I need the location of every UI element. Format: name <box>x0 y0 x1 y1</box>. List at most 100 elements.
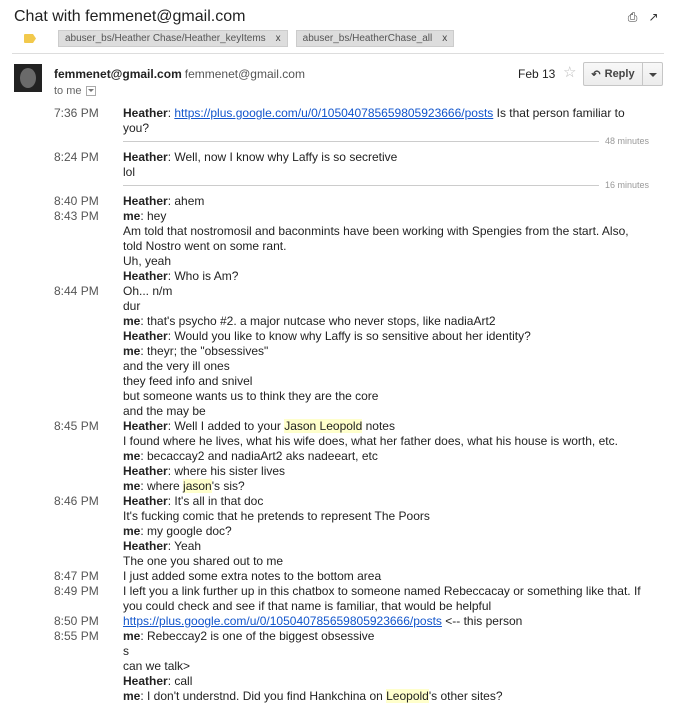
speaker-name: me <box>123 524 141 538</box>
message-time: 8:44 PM <box>54 284 99 298</box>
message-time: 7:36 PM <box>54 106 99 120</box>
chat-line: I just added some extra notes to the bot… <box>123 569 382 583</box>
speaker-name: Heather <box>123 494 168 508</box>
search-highlight: Jason Leopold <box>284 419 363 433</box>
message-time: 8:49 PM <box>54 584 99 598</box>
chat-message-group: I just added some extra notes to the bot… <box>123 569 653 584</box>
message-time: 8:47 PM <box>54 569 99 583</box>
label-chip[interactable]: abuser_bs/HeatherChase_all x <box>295 30 455 47</box>
chat-message-group: Heather: It's all in that doc It's fuckin… <box>123 494 653 569</box>
gap-label: 48 minutes <box>604 136 649 146</box>
speaker-name: Heather <box>123 539 168 553</box>
chat-line: Heather: where his sister lives <box>123 464 286 478</box>
show-details-icon[interactable] <box>85 86 96 96</box>
gap-line <box>123 141 599 142</box>
chat-message-group: Heather: Well, now I know why Laffy is s… <box>123 150 653 180</box>
label-bar: abuser_bs/Heather Chase/Heather_keyItems… <box>24 30 462 47</box>
speaker-name: Heather <box>123 674 168 688</box>
message-time: 8:43 PM <box>54 209 99 223</box>
chat-message-group: https://plus.google.com/u/0/105040785659… <box>123 614 653 629</box>
recipient-line: to me <box>54 85 96 97</box>
speaker-name: me <box>123 314 141 328</box>
chat-line: can we talk> <box>123 659 191 673</box>
chat-line: me: theyr; the "obsessives" <box>123 344 269 358</box>
more-actions-button[interactable] <box>642 62 663 86</box>
message-time: 8:50 PM <box>54 614 99 628</box>
reply-label: Reply <box>604 68 635 80</box>
chat-line: The one you shared out to me <box>123 554 284 568</box>
sender-email: femmenet@gmail.com <box>184 67 305 81</box>
chat-line: you could check and see if that name is … <box>123 599 492 613</box>
speaker-name: Heather <box>123 194 168 208</box>
speaker-name: me <box>123 629 141 643</box>
speaker-name: Heather <box>123 329 168 343</box>
chat-line: Heather: It's all in that doc <box>123 494 264 508</box>
speaker-name: me <box>123 479 141 493</box>
chat-message-group: Oh... n/m dur me: that's psycho #2. a majo… <box>123 284 653 419</box>
chat-line: Heather: Would you like to know why Laff… <box>123 329 531 343</box>
header-divider <box>12 53 664 54</box>
chat-message-group: Heather: https://plus.google.com/u/0/105… <box>123 106 653 136</box>
chat-line: I left you a link further up in this cha… <box>123 584 641 598</box>
chat-line: me: I don't understnd. Did you find Hank… <box>123 689 503 703</box>
chat-line: and the very ill ones <box>123 359 230 373</box>
chat-line: you? <box>123 121 150 135</box>
chat-line: https://plus.google.com/u/0/105040785659… <box>123 614 523 628</box>
remove-label-icon[interactable]: x <box>442 33 447 44</box>
reply-arrow-icon: ↶ <box>591 68 601 81</box>
chat-line: I found where he lives, what his wife do… <box>123 434 618 448</box>
chat-line: me: Rebeccay2 is one of the biggest obse… <box>123 629 375 643</box>
chat-message-group: I left you a link further up in this cha… <box>123 584 653 614</box>
sender: femmenet@gmail.com femmenet@gmail.com <box>54 67 305 81</box>
chat-line: me: where jason's sis? <box>123 479 245 493</box>
chat-line: Oh... n/m <box>123 284 173 298</box>
chat-line: Uh, yeah <box>123 254 172 268</box>
speaker-name: Heather <box>123 106 168 120</box>
recipient-label: to me <box>54 85 82 97</box>
speaker-name: me <box>123 449 141 463</box>
chat-message-group: Heather: Well I added to your Jason Leop… <box>123 419 653 494</box>
time-gap-divider: 48 minutes <box>123 136 649 146</box>
message-date: Feb 13 <box>518 67 556 81</box>
label-tag-icon <box>24 34 36 43</box>
chat-line: me: my google doc? <box>123 524 232 538</box>
reply-button[interactable]: ↶ Reply <box>583 62 643 86</box>
avatar[interactable] <box>14 64 42 92</box>
new-window-icon[interactable]: ↗ <box>647 11 660 24</box>
chat-message-group: me: Rebeccay2 is one of the biggest obse… <box>123 629 653 704</box>
chat-line: me: that's psycho #2. a major nutcase wh… <box>123 314 496 328</box>
chat-line: s <box>123 644 129 658</box>
speaker-name: me <box>123 344 141 358</box>
speaker-name: me <box>123 209 141 223</box>
chat-line: dur <box>123 299 141 313</box>
message-time: 8:24 PM <box>54 150 99 164</box>
profile-link[interactable]: https://plus.google.com/u/0/105040785659… <box>174 106 493 120</box>
printer-icon[interactable]: ⎙ <box>626 11 639 24</box>
speaker-name: Heather <box>123 419 168 433</box>
chat-message-group: Heather: ahem <box>123 194 653 209</box>
sender-name[interactable]: femmenet@gmail.com <box>54 67 182 81</box>
remove-label-icon[interactable]: x <box>276 33 281 44</box>
gap-line <box>123 185 599 186</box>
chat-line: Heather: Who is Am? <box>123 269 239 283</box>
chat-line: Heather: https://plus.google.com/u/0/105… <box>123 106 625 120</box>
speaker-name: Heather <box>123 150 168 164</box>
chat-message-group: me: hey Am told that nostromosil and baco… <box>123 209 653 284</box>
search-highlight: Leopold <box>386 689 429 703</box>
chat-title: Chat with femmenet@gmail.com <box>14 8 246 25</box>
chat-line: and the may be <box>123 404 206 418</box>
chat-line: me: hey <box>123 209 167 223</box>
chat-line: Am told that nostromosil and baconmints … <box>123 224 629 238</box>
chat-line: they feed info and snivel <box>123 374 253 388</box>
message-time: 8:45 PM <box>54 419 99 433</box>
chat-line: told Nostro went on some rant. <box>123 239 287 253</box>
search-highlight: jason <box>183 479 212 493</box>
speaker-name: me <box>123 689 141 703</box>
profile-link[interactable]: https://plus.google.com/u/0/105040785659… <box>123 614 442 628</box>
star-icon[interactable]: ☆ <box>563 63 576 81</box>
speaker-name: Heather <box>123 464 168 478</box>
chat-line: Heather: Well I added to your Jason Leop… <box>123 419 395 433</box>
chat-line: but someone wants us to think they are t… <box>123 389 379 403</box>
label-chip[interactable]: abuser_bs/Heather Chase/Heather_keyItems… <box>58 30 288 47</box>
time-gap-divider: 16 minutes <box>123 180 649 190</box>
